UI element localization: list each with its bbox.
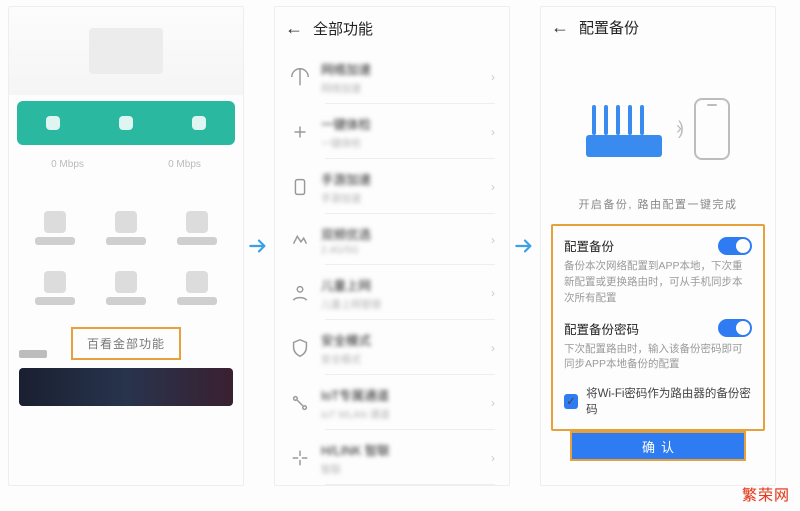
signal-icon: ›)	[676, 118, 680, 139]
grid-cell[interactable]	[21, 203, 88, 253]
feature-grid	[9, 197, 243, 323]
list-item[interactable]: IoT专属通道IoT WLAN 通道›	[275, 375, 509, 430]
list-item[interactable]: 儿童上网儿童上网管理›	[275, 265, 509, 320]
header: ← 配置备份	[541, 7, 775, 49]
step-arrow-icon	[244, 6, 274, 486]
router-icon	[586, 101, 662, 157]
feature-icon	[289, 176, 311, 198]
back-icon[interactable]: ←	[551, 17, 569, 38]
backup-caption: 开启备份, 路由配置一键完成	[541, 196, 775, 212]
panel-all-features: ← 全部功能 网络加速网络加速› 一键体检一键体检› 手游加速手游加速› 双频优…	[274, 6, 510, 486]
backup-toggle-desc: 备份本次网络配置到APP本地，下次重新配置或更换路由时，可从手机同步本次所有配置	[564, 259, 752, 306]
feature-icon	[289, 121, 311, 143]
header: ← 全部功能	[275, 7, 509, 49]
backup-toggle[interactable]	[718, 237, 752, 255]
page-title: 配置备份	[579, 17, 639, 38]
list-item[interactable]: 安全模式安全模式›	[275, 320, 509, 375]
feature-icon	[289, 282, 311, 304]
page-title: 全部功能	[313, 18, 373, 39]
grid-cell[interactable]	[21, 263, 88, 313]
promo-banner[interactable]	[19, 368, 233, 406]
chevron-right-icon: ›	[491, 70, 495, 84]
metric-up: 0 Mbps	[9, 151, 126, 197]
backup-options-card: 配置备份 备份本次网络配置到APP本地，下次重新配置或更换路由时，可从手机同步本…	[551, 224, 765, 431]
grid-cell[interactable]	[164, 203, 231, 253]
backup-password-toggle[interactable]	[718, 319, 752, 337]
feature-icon	[289, 66, 311, 88]
feature-icon	[289, 229, 311, 251]
backup-password-title: 配置备份密码	[564, 319, 639, 338]
checkbox-checked-icon: ✓	[564, 394, 578, 409]
hero-area	[9, 7, 243, 95]
metric-down: 0 Mbps	[126, 151, 243, 197]
wifi-password-label: 将Wi-Fi密码作为路由器的备份密码	[586, 385, 752, 417]
grid-cell[interactable]	[164, 263, 231, 313]
list-item[interactable]: 手游加速手游加速›	[275, 159, 509, 214]
feature-icon	[289, 392, 311, 414]
backup-toggle-title: 配置备份	[564, 236, 614, 255]
wifi-password-checkbox-row[interactable]: ✓ 将Wi-Fi密码作为路由器的备份密码	[564, 385, 752, 417]
list-item[interactable]: 一键体检一键体检›	[275, 104, 509, 159]
view-all-features-link[interactable]: 百看金部功能	[71, 327, 181, 360]
backup-illustration: ›)	[541, 69, 775, 188]
feature-icon	[289, 337, 311, 359]
phone-icon	[694, 98, 730, 160]
watermark: 繁荣网	[742, 484, 790, 505]
backup-password-desc: 下次配置路由时，输入该备份密码即可同步APP本地备份的配置	[564, 342, 752, 374]
list-item[interactable]: 网络加速网络加速›	[275, 49, 509, 104]
feature-icon	[289, 447, 311, 469]
back-icon[interactable]: ←	[285, 18, 303, 39]
step-arrow-icon	[510, 6, 540, 486]
section-label	[19, 350, 47, 358]
grid-cell[interactable]	[92, 203, 159, 253]
action-stripe[interactable]	[17, 101, 235, 145]
confirm-button[interactable]: 确认	[570, 431, 746, 461]
list-item[interactable]: 双频优选2.4G/5G›	[275, 214, 509, 265]
speed-metrics: 0 Mbps 0 Mbps	[9, 151, 243, 197]
grid-cell[interactable]	[92, 263, 159, 313]
feature-list: 网络加速网络加速› 一键体检一键体检› 手游加速手游加速› 双频优选2.4G/5…	[275, 49, 509, 485]
tutorial-steps: 0 Mbps 0 Mbps 百看金部功能 ← 全部功能 网络加速网络加速› 一键…	[0, 0, 800, 486]
list-item[interactable]: H/LINK 智联智联›	[275, 430, 509, 485]
panel-config-backup: ← 配置备份 ›) 开启备份, 路由配置一键完成 配置备份 备份本次网络配置到A…	[540, 6, 776, 486]
panel-home: 0 Mbps 0 Mbps 百看金部功能	[8, 6, 244, 486]
